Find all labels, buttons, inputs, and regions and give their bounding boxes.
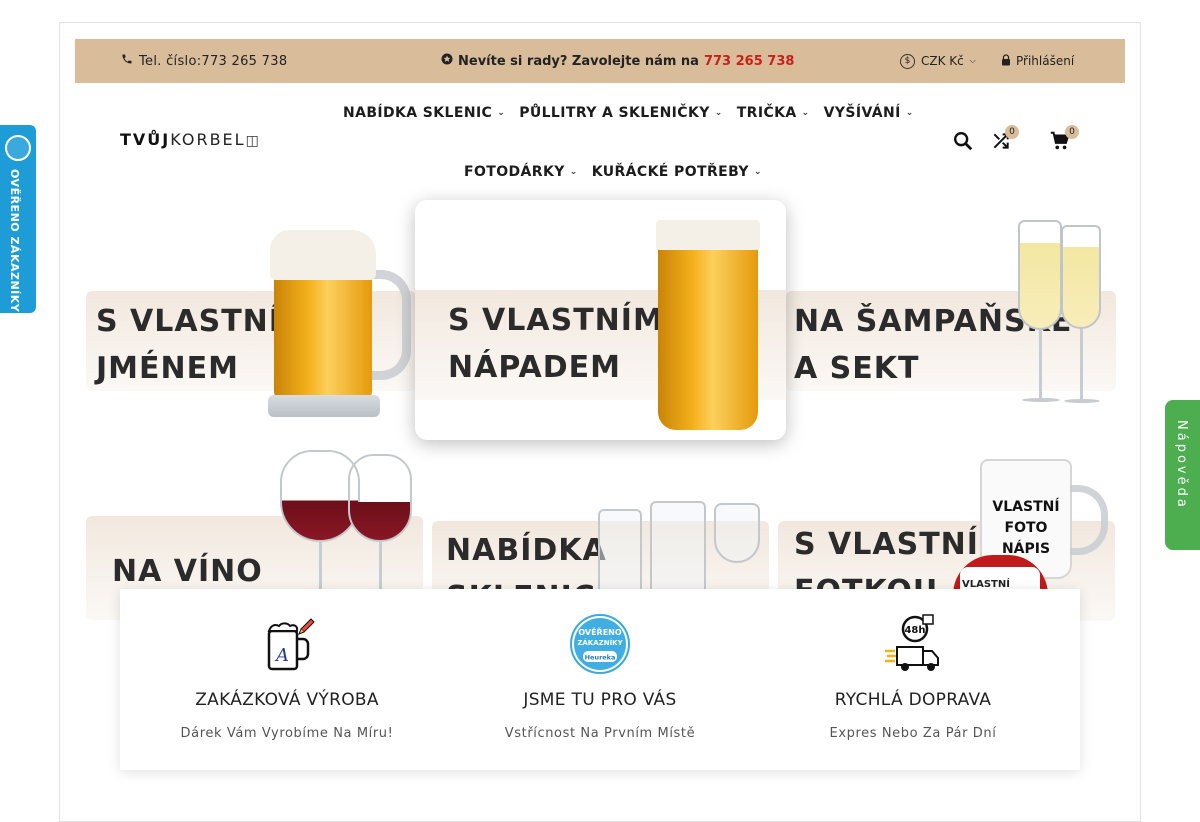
help-call-text: Nevíte si rady? Zavolejte nám na 773 265… <box>441 53 794 69</box>
banner-tile-sampanske[interactable]: NA ŠAMPAŇSKÉ A SEKT <box>786 215 1116 440</box>
nav-item-vysivani[interactable]: VYŠÍVÁNÍ ⌄ <box>824 105 914 121</box>
chevron-down-icon: ⌄ <box>497 108 506 118</box>
top-info-bar: Tel. číslo:773 265 738 Nevíte si rady? Z… <box>75 39 1125 83</box>
glass-body <box>658 240 758 430</box>
currency-icon: $ <box>900 53 915 69</box>
heureka-verified-badge: OVĚŘENO ZÁKAZNÍKY Heureka <box>569 613 631 675</box>
logo-mug-icon: ◫ <box>245 133 261 149</box>
nav-item-kuracke-potreby[interactable]: KUŘÁCKÉ POTŘEBY ⌄ <box>592 164 762 180</box>
nav-item-nabidka-sklenic[interactable]: NABÍDKA SKLENIC ⌄ <box>343 105 505 121</box>
flute-stem <box>1080 329 1083 401</box>
nav-label: FOTODÁRKY <box>464 164 565 180</box>
banner-line: NA VÍNO <box>112 554 263 589</box>
help-tab[interactable]: Nápověda <box>1165 400 1200 550</box>
delivery-badge-text: 48h <box>904 625 925 636</box>
chevron-down-icon: ⌄ <box>714 108 723 118</box>
champagne-flute-image <box>1061 225 1101 329</box>
star-badge-icon <box>441 53 453 69</box>
banner-line: NÁPADEM <box>448 350 622 385</box>
mug-body <box>274 265 372 405</box>
feature-title: ZAKÁZKOVÁ VÝROBA <box>195 690 379 710</box>
glass-foam <box>656 220 760 250</box>
delivery-truck-icon: 48h <box>883 613 945 675</box>
banner-line: S VLASTNÍM <box>448 303 664 338</box>
champagne-flute-image <box>1018 220 1062 330</box>
badge-brand: Heureka <box>585 654 616 662</box>
login-label: Přihlášení <box>1016 54 1075 68</box>
cart-count-badge: 0 <box>1065 125 1079 139</box>
nav-label: NABÍDKA SKLENIC <box>343 105 493 121</box>
flute-foot <box>1022 398 1060 402</box>
nav-item-tricka[interactable]: TRIČKA ⌄ <box>737 105 810 121</box>
flute-stem <box>1039 330 1042 400</box>
custom-mug-icon: A <box>257 613 319 675</box>
banner-line: S VLASTNÍ <box>794 527 979 562</box>
phone-contact[interactable]: Tel. číslo:773 265 738 <box>121 53 287 69</box>
banner-tile-vlastni-napad[interactable]: S VLASTNÍM NÁPADEM <box>415 200 786 440</box>
feature-fast-delivery: 48h RYCHLÁ DOPRAVA Expres Nebo Za Pár Dn… <box>753 589 1073 770</box>
feature-subtitle: Expres Nebo Za Pár Dní <box>829 726 997 741</box>
feature-subtitle: Dárek Vám Vyrobíme Na Míru! <box>180 726 394 741</box>
flute-foot <box>1064 399 1100 403</box>
nav-label: VYŠÍVÁNÍ <box>823 105 901 121</box>
logo-part-thin: KORBEL <box>170 130 246 149</box>
nav-item-fotodarky[interactable]: FOTODÁRKY ⌄ <box>464 164 578 180</box>
logo-part-bold: TVŮJ <box>120 130 171 149</box>
features-panel: A ZAKÁZKOVÁ VÝROBA Dárek Vám Vyrobíme Na… <box>120 589 1080 770</box>
heureka-seal-icon <box>5 135 31 161</box>
currency-label: CZK Kč <box>921 54 964 68</box>
chevron-down-icon: ⌄ <box>569 167 578 177</box>
login-link[interactable]: Přihlášení <box>1001 53 1075 69</box>
chevron-down-icon: ⌄ <box>801 108 810 118</box>
mug-foam <box>270 230 376 280</box>
compare-count-badge: 0 <box>1005 125 1019 139</box>
main-nav-row-1: NABÍDKA SKLENIC ⌄ PŮLLITRY A SKLENIČKY ⌄ T… <box>343 105 914 121</box>
feature-subtitle: Vstřícnost Na Prvním Místě <box>504 726 696 741</box>
help-tab-label: Nápověda <box>1174 420 1189 510</box>
wine-glass-image <box>348 454 412 542</box>
feature-title: RYCHLÁ DOPRAVA <box>834 690 992 710</box>
help-text: Nevíte si rady? Zavolejte nám na <box>458 53 699 69</box>
lock-icon <box>1001 53 1011 69</box>
phone-icon <box>121 53 133 69</box>
badge-line1: OVĚŘENO <box>578 626 622 637</box>
main-nav-row-2: FOTODÁRKY ⌄ KUŘÁCKÉ POTŘEBY ⌄ <box>464 164 762 180</box>
search-icon[interactable] <box>952 130 974 157</box>
mug-base <box>268 395 380 417</box>
currency-selector[interactable]: $ CZK Kč ⌵ <box>900 53 976 69</box>
banner-line: NABÍDKA <box>446 533 607 568</box>
beer-mug-image <box>266 225 416 425</box>
nav-item-pullitry[interactable]: PŮLLITRY A SKLENIČKY ⌄ <box>519 105 723 121</box>
nav-label: TRIČKA <box>736 105 797 121</box>
banner-tile-vlastni-jmeno[interactable]: S VLASTNÍM JMÉNEM <box>86 215 416 440</box>
mug-text-line: VLASTNÍ <box>992 499 1060 515</box>
banner-line: A SEKT <box>794 351 920 386</box>
glass-image <box>714 503 760 563</box>
badge-line2: ZÁKAZNÍKY <box>577 638 623 647</box>
heureka-side-widget[interactable]: OVĚŘENO ZÁKAZNÍKY <box>0 125 36 313</box>
banner-title: NA VÍNO <box>112 548 263 595</box>
nav-label: PŮLLITRY A SKLENIČKY <box>519 105 710 121</box>
chevron-down-icon: ⌄ <box>905 108 914 118</box>
chevron-down-icon: ⌄ <box>753 167 762 177</box>
photo-mug-text: VLASTNÍ FOTO NÁPIS <box>984 497 1068 560</box>
phone-label: Tel. číslo:773 265 738 <box>139 53 288 69</box>
nav-label: KUŘÁCKÉ POTŘEBY <box>591 164 749 180</box>
help-phone-link[interactable]: 773 265 738 <box>704 54 794 69</box>
svg-text:A: A <box>274 645 289 666</box>
feature-title: JSME TU PRO VÁS <box>523 690 677 710</box>
chevron-down-icon: ⌵ <box>969 56 976 65</box>
site-logo[interactable]: TVŮJKORBEL◫ <box>120 130 261 149</box>
mug-text-line: FOTO <box>1004 520 1048 536</box>
heureka-side-label: OVĚŘENO ZÁKAZNÍKY <box>8 169 21 313</box>
pint-glass-image <box>650 215 765 430</box>
banner-title: S VLASTNÍM NÁPADEM <box>448 297 664 391</box>
feature-support: OVĚŘENO ZÁKAZNÍKY Heureka JSME TU PRO VÁ… <box>440 589 760 770</box>
feature-custom-production: A ZAKÁZKOVÁ VÝROBA Dárek Vám Vyrobíme Na… <box>127 589 447 770</box>
